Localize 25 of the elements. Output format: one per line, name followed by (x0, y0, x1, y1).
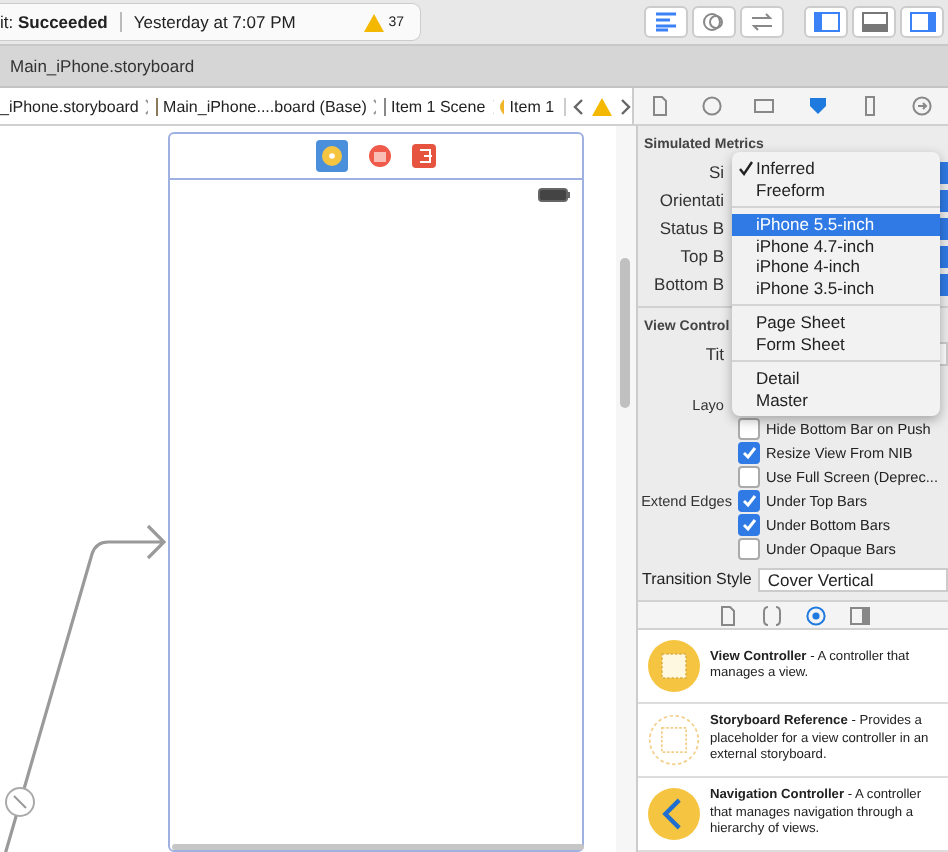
menu-item[interactable]: Detail (732, 368, 940, 389)
menu-item[interactable]: iPhone 4-inch (732, 256, 940, 277)
field-label: Bottom B (652, 274, 724, 294)
build-status: it: Succeeded (0, 12, 108, 32)
breadcrumb-item[interactable]: Item 1 (509, 97, 555, 115)
field-label: Tit (703, 344, 724, 364)
field-label: Transition Style (640, 570, 752, 588)
build-time: Yesterday at 7:07 PM (133, 12, 296, 32)
field-label: Status B (657, 218, 724, 238)
transition-popup[interactable]: Cover Vertical (757, 567, 948, 591)
document-tab[interactable]: Main_iPhone.storyboard (0, 46, 205, 86)
menu-item[interactable]: iPhone 4.7-inch (732, 235, 940, 256)
menu-item[interactable]: Freeform (732, 179, 940, 200)
menu-item[interactable]: iPhone 5.5-inch (732, 214, 940, 235)
field-label: Top B (678, 246, 724, 266)
field-label: Orientati (657, 190, 724, 210)
menu-item[interactable]: Master (732, 389, 940, 410)
menu-item[interactable]: iPhone 3.5-inch (732, 277, 940, 298)
breadcrumb-item[interactable]: Main_iPhone....board (Base) (163, 97, 367, 115)
menu-item[interactable]: Inferred (732, 158, 940, 179)
breadcrumb-item[interactable]: _iPhone.storyboard (0, 97, 139, 115)
breadcrumb-item[interactable]: Item 1 Scene (391, 97, 486, 115)
field-label: Si (706, 162, 724, 182)
menu-item[interactable]: Form Sheet (732, 333, 940, 354)
menu-item[interactable]: Page Sheet (732, 312, 940, 333)
